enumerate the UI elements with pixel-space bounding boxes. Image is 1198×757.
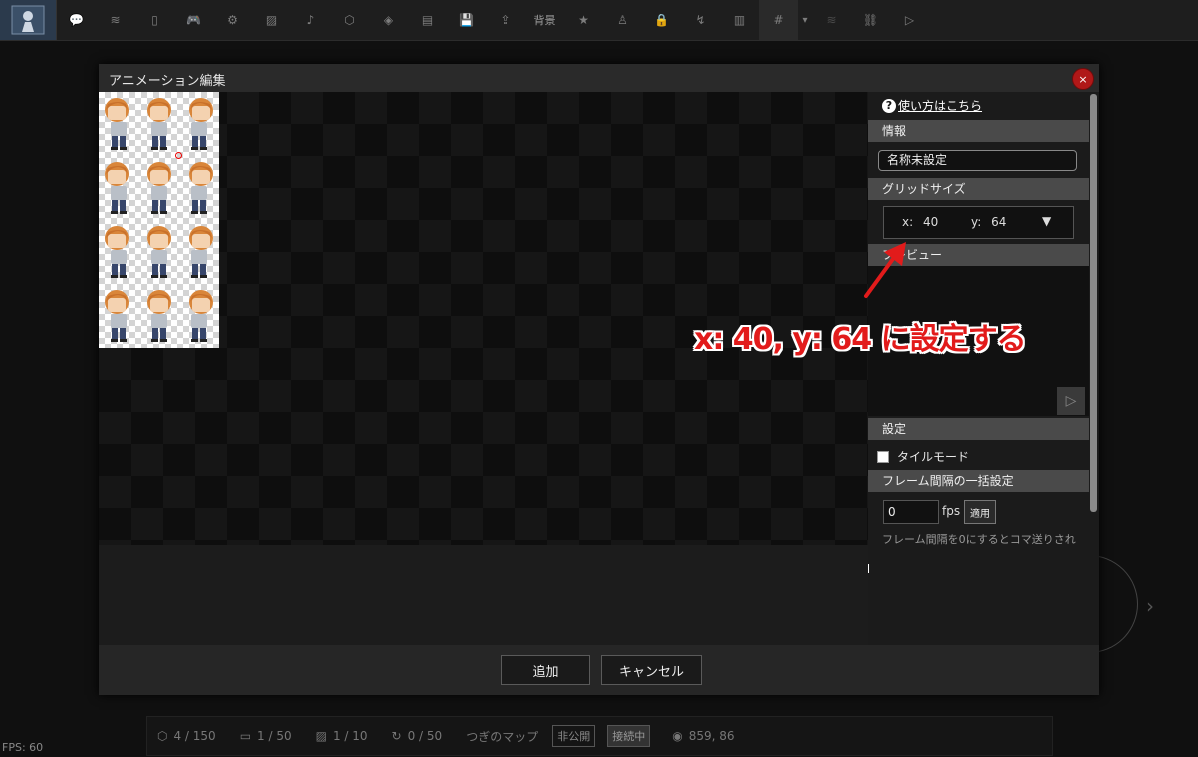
background-chevron-right-icon: › — [1146, 594, 1154, 618]
door-icon[interactable]: ▯ — [135, 0, 174, 40]
image-count: 1 / 10 — [332, 729, 368, 743]
play-icon[interactable]: ▷ — [890, 0, 929, 40]
frame-timeline[interactable] — [99, 545, 868, 645]
annotation-arrow-icon — [864, 242, 906, 298]
next-map-link[interactable]: つぎのマップ — [466, 728, 538, 745]
section-info-header: 情報 — [868, 120, 1089, 142]
sheet-origin-marker — [175, 152, 182, 159]
sprite-frame-right-3[interactable] — [179, 220, 219, 284]
dialog-footer: 追加 キャンセル — [99, 645, 1099, 695]
grid-size-select[interactable]: x: 40 y: 64 ▼ — [883, 206, 1074, 239]
annotation-text: x: 40, y: 64 に設定する — [694, 322, 1027, 357]
connected-badge[interactable]: 接続中 — [607, 725, 651, 747]
apply-button[interactable]: 適用 — [964, 500, 996, 524]
tile-mode-checkbox[interactable] — [877, 450, 889, 463]
gear-icon[interactable]: ⚙ — [213, 0, 252, 40]
sprite-frame-right-1[interactable] — [99, 220, 139, 284]
background-button[interactable]: 背景 — [525, 0, 564, 40]
sprite-frame-down-1[interactable] — [99, 92, 139, 156]
image-count-icon: ▨ — [315, 729, 327, 743]
side-panel-scrollbar-thumb[interactable] — [1090, 94, 1097, 512]
dialog-title: アニメーション編集 — [109, 74, 226, 89]
sprite-sheet[interactable] — [99, 92, 219, 348]
tile-mode-row[interactable]: タイルモード — [877, 448, 969, 465]
sprite-frame-left-2[interactable] — [139, 156, 179, 220]
section-settings-header: 設定 — [868, 418, 1089, 440]
section-frame-interval-header: フレーム間隔の一括設定 — [868, 470, 1089, 492]
sprite-frame-down-2[interactable] — [139, 92, 179, 156]
lock-icon[interactable]: 🔒 — [642, 0, 681, 40]
stack-icon[interactable]: ≋ — [812, 0, 851, 40]
close-button[interactable]: × — [1072, 68, 1094, 90]
frame-count-icon: ▭ — [239, 729, 252, 743]
grid-y-label: y: — [971, 215, 982, 229]
coords-icon: ◉ — [672, 729, 683, 743]
frame-count: 1 / 50 — [257, 729, 292, 743]
sprite-frame-up-3[interactable] — [179, 284, 219, 348]
person-icon[interactable]: ♙ — [603, 0, 642, 40]
speech-bubble-icon[interactable]: 💬 — [57, 0, 96, 40]
editor-status-bar: ⬡ 4 / 150 ▭ 1 / 50 ▨ 1 / 10 ↻ 0 / 50 つぎのマップ … — [146, 716, 1053, 756]
cube-icon[interactable]: ⬡ — [330, 0, 369, 40]
save-icon[interactable]: 💾 — [447, 0, 486, 40]
sprite-frame-up-2[interactable] — [139, 284, 179, 348]
export-icon[interactable]: ⇪ — [486, 0, 525, 40]
help-question-icon: ? — [882, 98, 896, 113]
preview-play-button[interactable]: ▷ — [1057, 387, 1085, 415]
layers-icon[interactable]: ≋ — [96, 0, 135, 40]
help-link-label: 使い方はこちら — [898, 99, 983, 113]
dialog-header: アニメーション編集 × — [99, 64, 1099, 92]
grid-y-value: 64 — [991, 215, 1007, 229]
chevron-down-icon: ▼ — [1042, 214, 1052, 228]
gamepad-icon[interactable]: 🎮 — [174, 0, 213, 40]
link-icon[interactable]: ⛓ — [851, 0, 890, 40]
battery-icon[interactable]: ▥ — [720, 0, 759, 40]
fps-readout: FPS: 60 — [2, 741, 44, 754]
object-count: 4 / 150 — [173, 729, 216, 743]
transition-count: 0 / 50 — [407, 729, 443, 743]
private-badge[interactable]: 非公開 — [552, 725, 596, 747]
main-toolbar: 💬 ≋ ▯ 🎮 ⚙ ▨ ♪ ⬡ ◈ ▤ 💾 ⇪ 背景 ★ ♙ 🔒 ↯ ▥ # ▾ ≋ ⛓ ▷ — [0, 0, 1198, 41]
star-icon[interactable]: ★ — [564, 0, 603, 40]
tile-mode-label: タイルモード — [897, 450, 970, 464]
sprite-frame-down-3[interactable] — [179, 92, 219, 156]
cursor-coords: 859, 86 — [688, 729, 735, 743]
music-note-icon[interactable]: ♪ — [291, 0, 330, 40]
grid-x-label: x: — [902, 215, 914, 229]
cancel-button[interactable]: キャンセル — [601, 655, 702, 685]
film-icon[interactable]: ▤ — [408, 0, 447, 40]
fps-unit-label: fps — [942, 504, 961, 518]
section-grid-size-header: グリッドサイズ — [868, 178, 1089, 200]
puzzle-character-logo-icon — [11, 5, 45, 35]
fps-input[interactable]: 0 — [883, 500, 939, 524]
add-button[interactable]: 追加 — [501, 655, 590, 685]
app-logo[interactable] — [0, 0, 57, 40]
grid-dropdown-caret[interactable]: ▾ — [798, 0, 812, 40]
animation-name-field[interactable]: 名称未設定 — [878, 150, 1077, 171]
sprite-frame-right-2[interactable] — [139, 220, 179, 284]
path-icon[interactable]: ↯ — [681, 0, 720, 40]
help-link[interactable]: ? 使い方はこちら — [882, 97, 982, 114]
frame-interval-hint: フレーム間隔を0にするとコマ送りされ — [882, 533, 1076, 545]
small-cube-icon[interactable]: ◈ — [369, 0, 408, 40]
sprite-frame-left-1[interactable] — [99, 156, 139, 220]
sprite-frame-left-3[interactable] — [179, 156, 219, 220]
sprite-frame-up-1[interactable] — [99, 284, 139, 348]
transition-count-icon: ↻ — [391, 729, 402, 743]
image-icon[interactable]: ▨ — [252, 0, 291, 40]
grid-x-value: 40 — [922, 215, 939, 229]
cube-count-icon: ⬡ — [157, 729, 168, 743]
animation-edit-dialog: アニメーション編集 × ? 使い方はこちら 情報 名称未設定 グリッドサイズ x… — [99, 64, 1099, 695]
grid-icon[interactable]: # — [759, 0, 798, 40]
